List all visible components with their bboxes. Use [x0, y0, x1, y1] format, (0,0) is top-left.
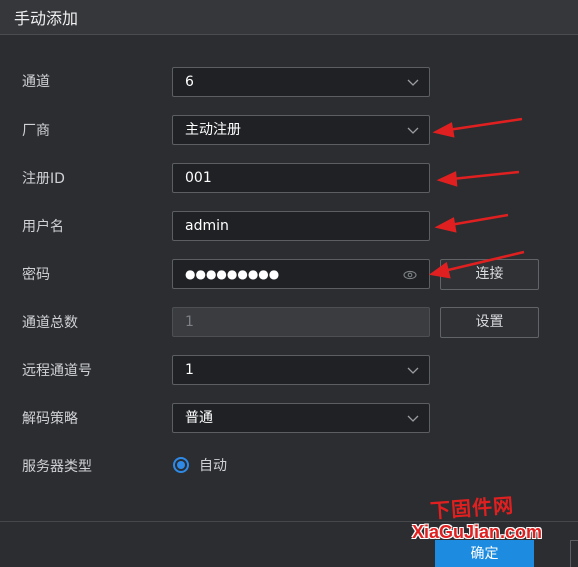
remote-channel-select[interactable]: 1	[172, 355, 430, 385]
channel-value: 6	[185, 74, 194, 90]
manufacturer-select[interactable]: 主动注册	[172, 115, 430, 145]
total-channels-value: 1	[185, 314, 194, 330]
chevron-down-icon	[407, 79, 419, 86]
register-id-value: 001	[185, 170, 212, 186]
cancel-button-partial[interactable]	[570, 540, 578, 567]
register-id-label: 注册ID	[22, 171, 65, 187]
chevron-down-icon	[407, 415, 419, 422]
chevron-down-icon	[407, 127, 419, 134]
chevron-down-icon	[407, 367, 419, 374]
password-value: ●●●●●●●●●	[185, 267, 280, 281]
decode-strategy-select[interactable]: 普通	[172, 403, 430, 433]
watermark-logo: 下固件网 XiaGuJian.com	[380, 492, 570, 552]
password-input[interactable]: ●●●●●●●●●	[172, 259, 430, 289]
annotation-arrow-manufacturer	[432, 117, 523, 138]
manufacturer-value: 主动注册	[185, 122, 241, 138]
total-channels-label: 通道总数	[22, 315, 78, 331]
dialog-title-bar: 手动添加	[0, 0, 578, 35]
eye-icon[interactable]	[403, 269, 417, 281]
server-type-option-auto[interactable]: 自动	[199, 456, 227, 476]
radio-dot	[177, 461, 185, 469]
decode-strategy-label: 解码策略	[22, 411, 78, 427]
watermark-line1: 下固件网	[429, 493, 515, 523]
remote-channel-label: 远程通道号	[22, 363, 92, 379]
watermark-line2: XiaGuJian.com	[412, 522, 543, 542]
annotation-arrow-username	[434, 213, 509, 233]
radio-checked-icon[interactable]	[173, 457, 189, 473]
username-value: admin	[185, 218, 229, 234]
username-label: 用户名	[22, 219, 64, 235]
manual-add-dialog: 手动添加 通道 6 厂商 主动注册 注册ID 001 用户名 admin 密码 …	[0, 0, 578, 567]
annotation-arrow-register-id	[436, 170, 520, 187]
decode-strategy-value: 普通	[185, 410, 213, 426]
settings-button[interactable]: 设置	[440, 307, 539, 338]
manufacturer-label: 厂商	[22, 123, 50, 139]
server-type-label: 服务器类型	[22, 459, 92, 475]
connect-button[interactable]: 连接	[440, 259, 539, 290]
register-id-input[interactable]: 001	[172, 163, 430, 193]
channel-select[interactable]: 6	[172, 67, 430, 97]
channel-label: 通道	[22, 74, 50, 90]
dialog-title: 手动添加	[14, 9, 79, 28]
total-channels-input: 1	[172, 307, 430, 337]
remote-channel-value: 1	[185, 362, 194, 378]
username-input[interactable]: admin	[172, 211, 430, 241]
password-label: 密码	[22, 267, 50, 283]
